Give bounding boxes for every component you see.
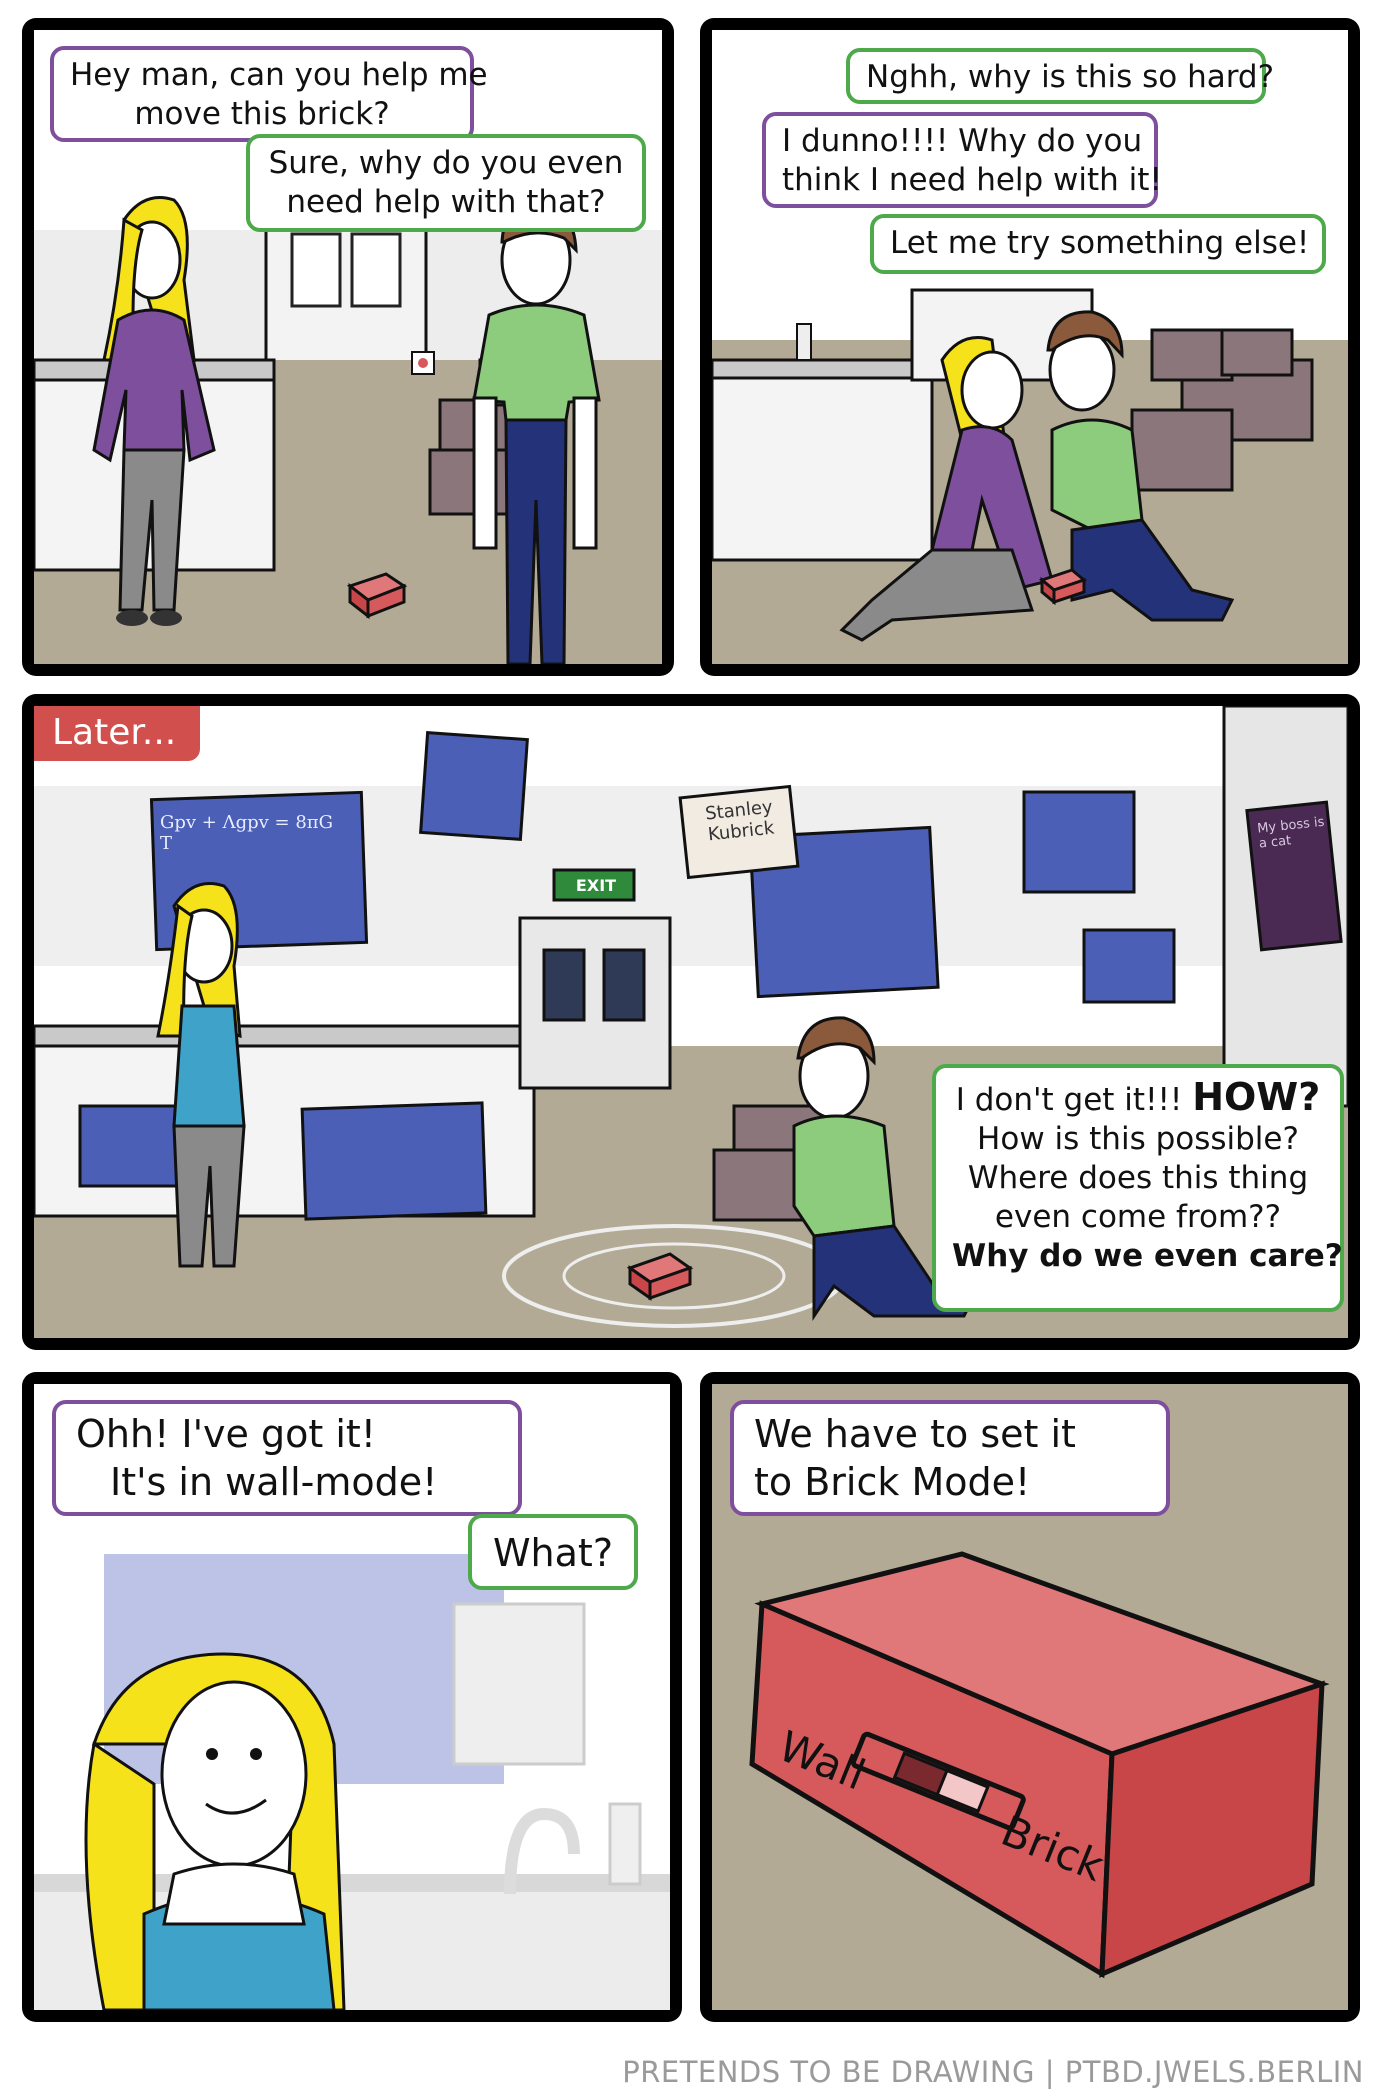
speech-bubble-brick-mode: We have to set it to Brick Mode! <box>730 1400 1170 1516</box>
panel-5: Wall Brick We have to set it to Brick Mo… <box>700 1372 1360 2022</box>
panel-3: Later... EXIT Stanley Kubrick My boss is… <box>22 694 1360 1350</box>
panel-2: Nghh, why is this so hard? I dunno!!!! W… <box>700 18 1360 676</box>
footer-credit: PRETENDS TO BE DRAWING | PTBD.JWELS.BERL… <box>622 2055 1364 2089</box>
panel-4: Ohh! I've got it! It's in wall-mode! Wha… <box>22 1372 682 2022</box>
woman-closeup <box>84 1652 346 2010</box>
speech-bubble-man-try: Let me try something else! <box>870 214 1326 274</box>
speech-bubble-woman: Hey man, can you help me move this brick… <box>50 46 488 142</box>
panel-1: Hey man, can you help me move this brick… <box>22 18 674 676</box>
speech-bubble-man-what: What? <box>468 1514 638 1590</box>
caption-later: Later... <box>34 706 201 761</box>
speech-bubble-man-confused: I don't get it!!! HOW? How is this possi… <box>932 1064 1344 1312</box>
exit-sign-text: EXIT <box>575 876 617 895</box>
speech-bubble-woman-idea: Ohh! I've got it! It's in wall-mode! <box>52 1400 522 1516</box>
speech-bubble-woman-dunno: I dunno!!!! Why do you think I need help… <box>762 112 1162 208</box>
blueprint-equation: Gpv + Λgpv = 8πG T <box>160 812 333 854</box>
speech-bubble-man: Sure, why do you even need help with tha… <box>246 134 646 232</box>
speech-bubble-man-strain: Nghh, why is this so hard? <box>846 48 1274 104</box>
